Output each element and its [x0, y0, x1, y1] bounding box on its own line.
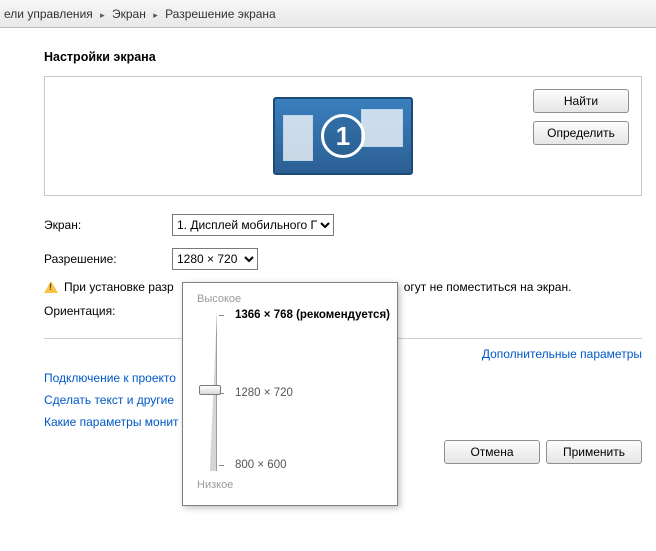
resolution-select[interactable]: 1280 × 720: [172, 248, 258, 270]
advanced-settings-link[interactable]: Дополнительные параметры: [482, 347, 642, 361]
display-select[interactable]: 1. Дисплей мобильного ПК: [172, 214, 334, 236]
apply-button[interactable]: Применить: [546, 440, 642, 464]
resolution-option[interactable]: 1366 × 768 (рекомендуется): [235, 309, 390, 321]
monitor-number: 1: [321, 114, 365, 158]
orientation-label: Ориентация:: [44, 304, 172, 318]
slider-thumb[interactable]: [199, 385, 221, 395]
page-title: Настройки экрана: [44, 50, 642, 64]
display-label: Экран:: [44, 218, 172, 232]
resolution-option[interactable]: 1280 × 720: [235, 387, 293, 399]
monitor-icon[interactable]: 1: [273, 97, 413, 175]
resolution-label: Разрешение:: [44, 252, 172, 266]
breadcrumb-part[interactable]: Экран: [112, 7, 146, 21]
cancel-button[interactable]: Отмена: [444, 440, 540, 464]
warning-text-left: При установке разр: [64, 280, 174, 294]
identify-button[interactable]: Определить: [533, 121, 629, 145]
find-button[interactable]: Найти: [533, 89, 629, 113]
warning-icon: [44, 281, 58, 293]
resolution-option[interactable]: 800 × 600: [235, 459, 286, 471]
display-preview: 1 Найти Определить: [44, 76, 642, 196]
chevron-right-icon: ▸: [153, 10, 158, 20]
breadcrumb[interactable]: ели управления ▸ Экран ▸ Разрешение экра…: [0, 0, 656, 28]
warning-text-right: огут не поместиться на экран.: [404, 280, 572, 294]
resolution-popup: Высокое 1366 × 768 (рекомендуется) 1280 ×…: [182, 282, 398, 506]
slider-low-label: Низкое: [197, 479, 385, 491]
breadcrumb-part[interactable]: Разрешение экрана: [165, 7, 276, 21]
resolution-slider[interactable]: [197, 311, 225, 473]
breadcrumb-part: ели управления: [4, 7, 93, 21]
slider-high-label: Высокое: [197, 293, 385, 305]
chevron-right-icon: ▸: [100, 10, 105, 20]
